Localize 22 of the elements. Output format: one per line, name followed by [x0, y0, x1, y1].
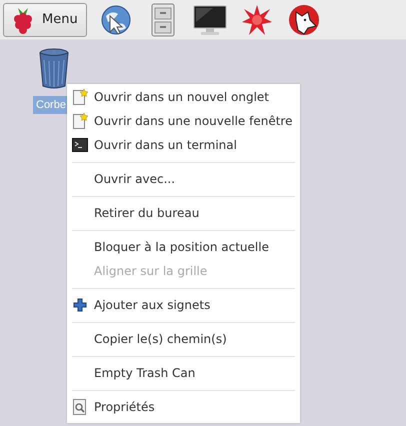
menu-item[interactable]: Empty Trash Can	[67, 361, 300, 385]
menu-item[interactable]: Propriétés	[67, 395, 300, 419]
menu-button[interactable]: Menu	[3, 2, 87, 36]
menu-item[interactable]: Ajouter aux signets	[67, 293, 300, 317]
plus-icon	[73, 298, 87, 312]
menu-item[interactable]: Ouvrir dans un terminal	[67, 133, 300, 157]
menu-item[interactable]: Copier le(s) chemin(s)	[67, 327, 300, 351]
menu-item[interactable]: Retirer du bureau	[67, 201, 300, 225]
menu-item[interactable]: Ouvrir avec...	[67, 167, 300, 191]
document-magnifier-icon	[72, 399, 88, 415]
file-cabinet-icon[interactable]	[150, 2, 175, 36]
globe-icon[interactable]	[100, 4, 132, 36]
menu-item[interactable]: Ouvrir dans un nouvel onglet	[67, 85, 300, 109]
new-document-icon	[72, 113, 88, 129]
trash-can-icon[interactable]	[39, 48, 69, 90]
starburst-icon[interactable]	[240, 4, 273, 36]
monitor-icon[interactable]	[192, 4, 227, 36]
menu-item[interactable]: Bloquer à la position actuelle	[67, 235, 300, 259]
wolf-icon[interactable]	[288, 4, 320, 36]
new-document-icon	[72, 89, 88, 105]
terminal-icon	[72, 137, 88, 153]
menu-item[interactable]: Ouvrir dans une nouvelle fenêtre	[67, 109, 300, 133]
